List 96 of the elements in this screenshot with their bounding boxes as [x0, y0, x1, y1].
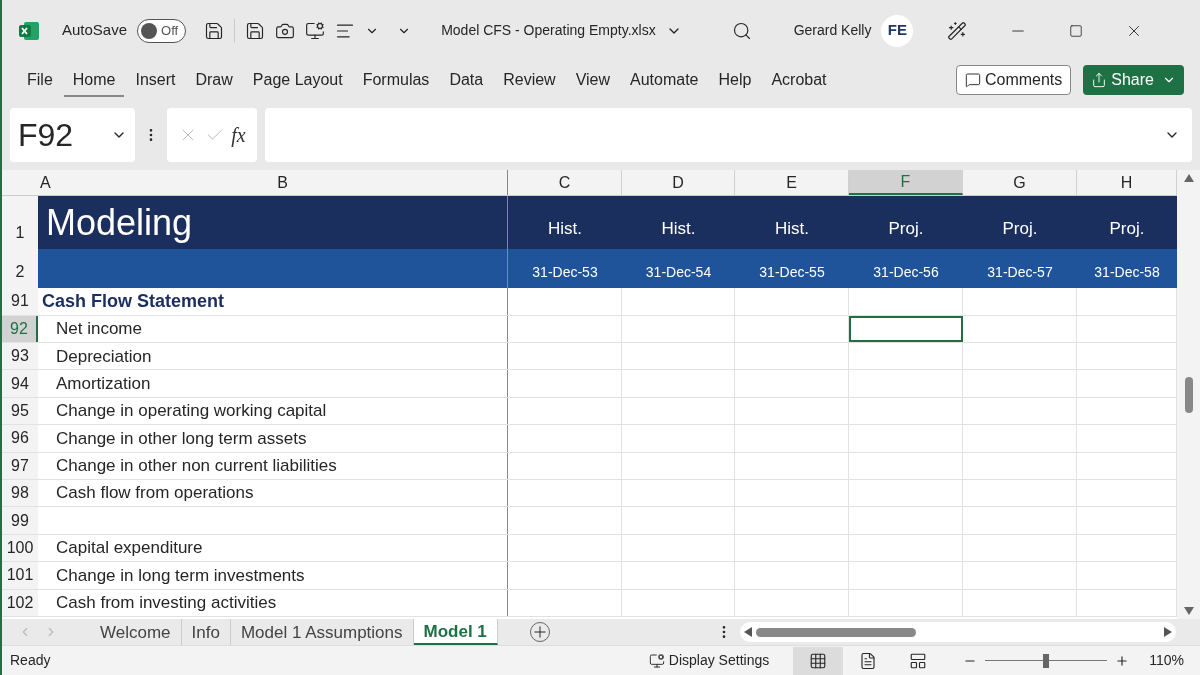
- column-header[interactable]: A: [38, 170, 58, 196]
- row-number[interactable]: 96: [2, 425, 38, 452]
- column-header[interactable]: F: [849, 170, 963, 196]
- share-icon: [1091, 72, 1108, 89]
- wand-icon[interactable]: [947, 20, 968, 41]
- save-icon[interactable]: [245, 20, 266, 41]
- row-label: Depreciation: [55, 345, 152, 368]
- period-label: Proj.: [1077, 196, 1177, 250]
- insert-function-button[interactable]: fx: [231, 119, 246, 150]
- scroll-thumb[interactable]: [1184, 376, 1193, 413]
- share-button[interactable]: Share: [1083, 65, 1184, 96]
- row-number[interactable]: 93: [2, 343, 38, 370]
- row-label: Net income: [55, 318, 142, 341]
- column-header[interactable]: G: [963, 170, 1077, 196]
- scroll-left-icon[interactable]: [743, 627, 752, 638]
- page-break-icon: [909, 651, 928, 670]
- period-label: Proj.: [963, 196, 1077, 250]
- scroll-up-icon[interactable]: [1183, 174, 1194, 183]
- ribbon-tab[interactable]: Acrobat: [762, 63, 836, 97]
- ribbon-tab[interactable]: Page Layout: [243, 63, 352, 97]
- scroll-thumb[interactable]: [755, 627, 916, 637]
- row-number[interactable]: 94: [2, 370, 38, 397]
- row-number[interactable]: 92: [2, 315, 38, 343]
- comments-button[interactable]: Comments: [955, 65, 1072, 96]
- column-header[interactable]: D: [622, 170, 735, 196]
- autosave-label: AutoSave: [62, 20, 128, 41]
- user-avatar[interactable]: FE: [881, 14, 914, 47]
- ribbon-tab[interactable]: Home: [63, 63, 125, 97]
- excel-logo-icon: [18, 19, 40, 42]
- column-header[interactable]: C: [508, 170, 622, 196]
- ribbon-tab[interactable]: Draw: [186, 63, 242, 97]
- page-icon: [859, 651, 878, 670]
- autosave-toggle[interactable]: Off: [137, 18, 187, 43]
- file-name-button[interactable]: Model CFS - Operating Empty.xlsx: [441, 20, 656, 42]
- row-number[interactable]: 99: [2, 507, 38, 534]
- period-label: Proj.: [849, 196, 963, 250]
- zoom-thumb[interactable]: [1043, 653, 1050, 668]
- row-number[interactable]: 1: [2, 196, 38, 250]
- row-number[interactable]: 100: [2, 534, 38, 562]
- display-settings-button[interactable]: Display Settings: [648, 650, 770, 672]
- vertical-scrollbar[interactable]: [1177, 170, 1200, 620]
- row-label: Change in long term investments: [55, 564, 305, 587]
- zoom-percent[interactable]: 110%: [1149, 650, 1184, 672]
- search-icon[interactable]: [731, 20, 752, 41]
- ribbon-tab[interactable]: Data: [440, 63, 493, 97]
- section-heading: Cash Flow Statement: [41, 290, 225, 313]
- period-date: 31-Dec-54: [622, 249, 735, 289]
- period-date: 31-Dec-57: [963, 249, 1077, 289]
- maximize-icon[interactable]: [1069, 23, 1084, 38]
- row-label: Cash flow from operations: [55, 482, 254, 505]
- ribbon-tab[interactable]: Automate: [621, 63, 708, 97]
- zoom-in-icon[interactable]: [1115, 653, 1130, 668]
- period-date: 31-Dec-53: [508, 249, 622, 289]
- row-number[interactable]: 2: [2, 249, 38, 289]
- row-label: Change in other long term assets: [55, 427, 307, 450]
- view-button[interactable]: [793, 646, 844, 675]
- comment-icon: [964, 72, 981, 89]
- scroll-right-icon[interactable]: [1164, 627, 1172, 638]
- save-icon[interactable]: [204, 20, 225, 41]
- row-number[interactable]: 98: [2, 480, 38, 507]
- ribbon-tab[interactable]: View: [566, 63, 620, 97]
- period-date: 31-Dec-55: [735, 249, 849, 289]
- period-label: Hist.: [735, 196, 849, 250]
- ribbon-tab[interactable]: Review: [494, 63, 565, 97]
- ribbon-tab[interactable]: File: [18, 63, 62, 97]
- period-label: Hist.: [622, 196, 735, 250]
- window-icon[interactable]: [305, 20, 326, 41]
- row-number[interactable]: 97: [2, 452, 38, 480]
- row-label: Amortization: [55, 372, 151, 395]
- grid-icon: [809, 651, 828, 670]
- scroll-down-icon[interactable]: [1183, 607, 1194, 616]
- row-number[interactable]: 101: [2, 562, 38, 589]
- row-number[interactable]: 95: [2, 397, 38, 425]
- ribbon-tab[interactable]: Insert: [126, 63, 185, 97]
- active-cell[interactable]: [849, 315, 963, 343]
- period-date: 31-Dec-56: [849, 249, 963, 289]
- row-label: Change in operating working capital: [55, 400, 327, 423]
- status-text: Ready: [10, 651, 51, 671]
- row-label: Capital expenditure: [55, 537, 203, 560]
- sheet-title: Modeling: [38, 196, 508, 250]
- sheet-tab[interactable]: Model 1: [413, 619, 498, 646]
- row-number[interactable]: 102: [2, 589, 38, 616]
- ribbon-tab[interactable]: Help: [709, 63, 761, 97]
- column-header[interactable]: B: [58, 170, 508, 196]
- period-date: 31-Dec-58: [1077, 249, 1177, 289]
- name-box[interactable]: F92: [10, 107, 135, 162]
- zoom-slider[interactable]: [985, 653, 1108, 668]
- ribbon-tab[interactable]: Formulas: [353, 63, 439, 97]
- formula-input[interactable]: [265, 107, 1192, 162]
- display-icon: [648, 652, 665, 669]
- horizontal-scrollbar[interactable]: [739, 622, 1176, 643]
- row-number[interactable]: 91: [2, 288, 38, 315]
- row-label: Change in other non current liabilities: [55, 455, 337, 478]
- row-label: Cash from investing activities: [55, 592, 277, 615]
- period-label: Hist.: [508, 196, 622, 250]
- user-name: Gerard Kelly: [793, 21, 872, 41]
